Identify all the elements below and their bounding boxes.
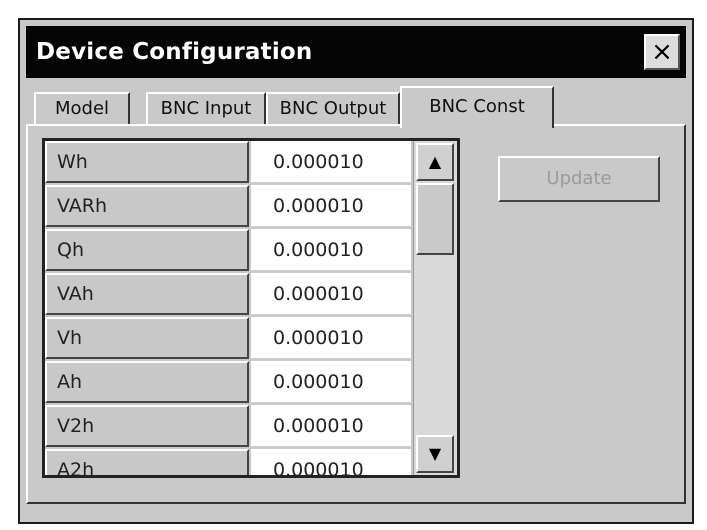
row-label: Ah: [45, 361, 249, 403]
bnc-const-panel: Wh 0.000010 VARh 0.000010 Qh 0.000010 VA…: [26, 124, 686, 504]
table-row: VARh 0.000010: [45, 185, 411, 229]
row-label: Wh: [45, 141, 249, 183]
tab-model[interactable]: Model: [34, 92, 130, 126]
tab-bnc-const[interactable]: BNC Const: [400, 86, 554, 128]
tab-bnc-input[interactable]: BNC Input: [146, 92, 266, 126]
table-row: Vh 0.000010: [45, 317, 411, 361]
row-value-input[interactable]: 0.000010: [251, 361, 411, 403]
scroll-thumb[interactable]: [416, 183, 454, 255]
table-row: VAh 0.000010: [45, 273, 411, 317]
constants-table: Wh 0.000010 VARh 0.000010 Qh 0.000010 VA…: [42, 138, 460, 478]
row-value-input[interactable]: 0.000010: [251, 405, 411, 447]
row-value-input[interactable]: 0.000010: [251, 141, 411, 183]
device-configuration-window: Device Configuration × Model BNC Input B…: [18, 18, 694, 524]
vertical-scrollbar[interactable]: ▲ ▼: [413, 141, 457, 475]
close-button[interactable]: ×: [644, 34, 680, 70]
tab-bnc-output[interactable]: BNC Output: [266, 92, 400, 126]
row-value-input[interactable]: 0.000010: [251, 273, 411, 315]
row-label: A2h: [45, 449, 249, 475]
row-value-input[interactable]: 0.000010: [251, 229, 411, 271]
scroll-up-button[interactable]: ▲: [416, 143, 454, 181]
row-value-input[interactable]: 0.000010: [251, 449, 411, 475]
row-label: VARh: [45, 185, 249, 227]
title-bar: Device Configuration ×: [26, 26, 686, 78]
row-label: V2h: [45, 405, 249, 447]
scroll-down-button[interactable]: ▼: [416, 435, 454, 473]
row-label: Vh: [45, 317, 249, 359]
arrow-up-icon: ▲: [428, 152, 442, 171]
table-row: Wh 0.000010: [45, 141, 411, 185]
row-value-input[interactable]: 0.000010: [251, 317, 411, 359]
row-label: Qh: [45, 229, 249, 271]
table-row: Qh 0.000010: [45, 229, 411, 273]
arrow-down-icon: ▼: [428, 444, 442, 463]
row-label: VAh: [45, 273, 249, 315]
window-title: Device Configuration: [36, 39, 313, 65]
table-row: V2h 0.000010: [45, 405, 411, 449]
row-value-input[interactable]: 0.000010: [251, 185, 411, 227]
tab-bar: Model BNC Input BNC Output BNC Const: [26, 86, 686, 128]
table-row: A2h 0.000010: [45, 449, 411, 475]
update-button[interactable]: Update: [498, 156, 660, 202]
table-row: Ah 0.000010: [45, 361, 411, 405]
